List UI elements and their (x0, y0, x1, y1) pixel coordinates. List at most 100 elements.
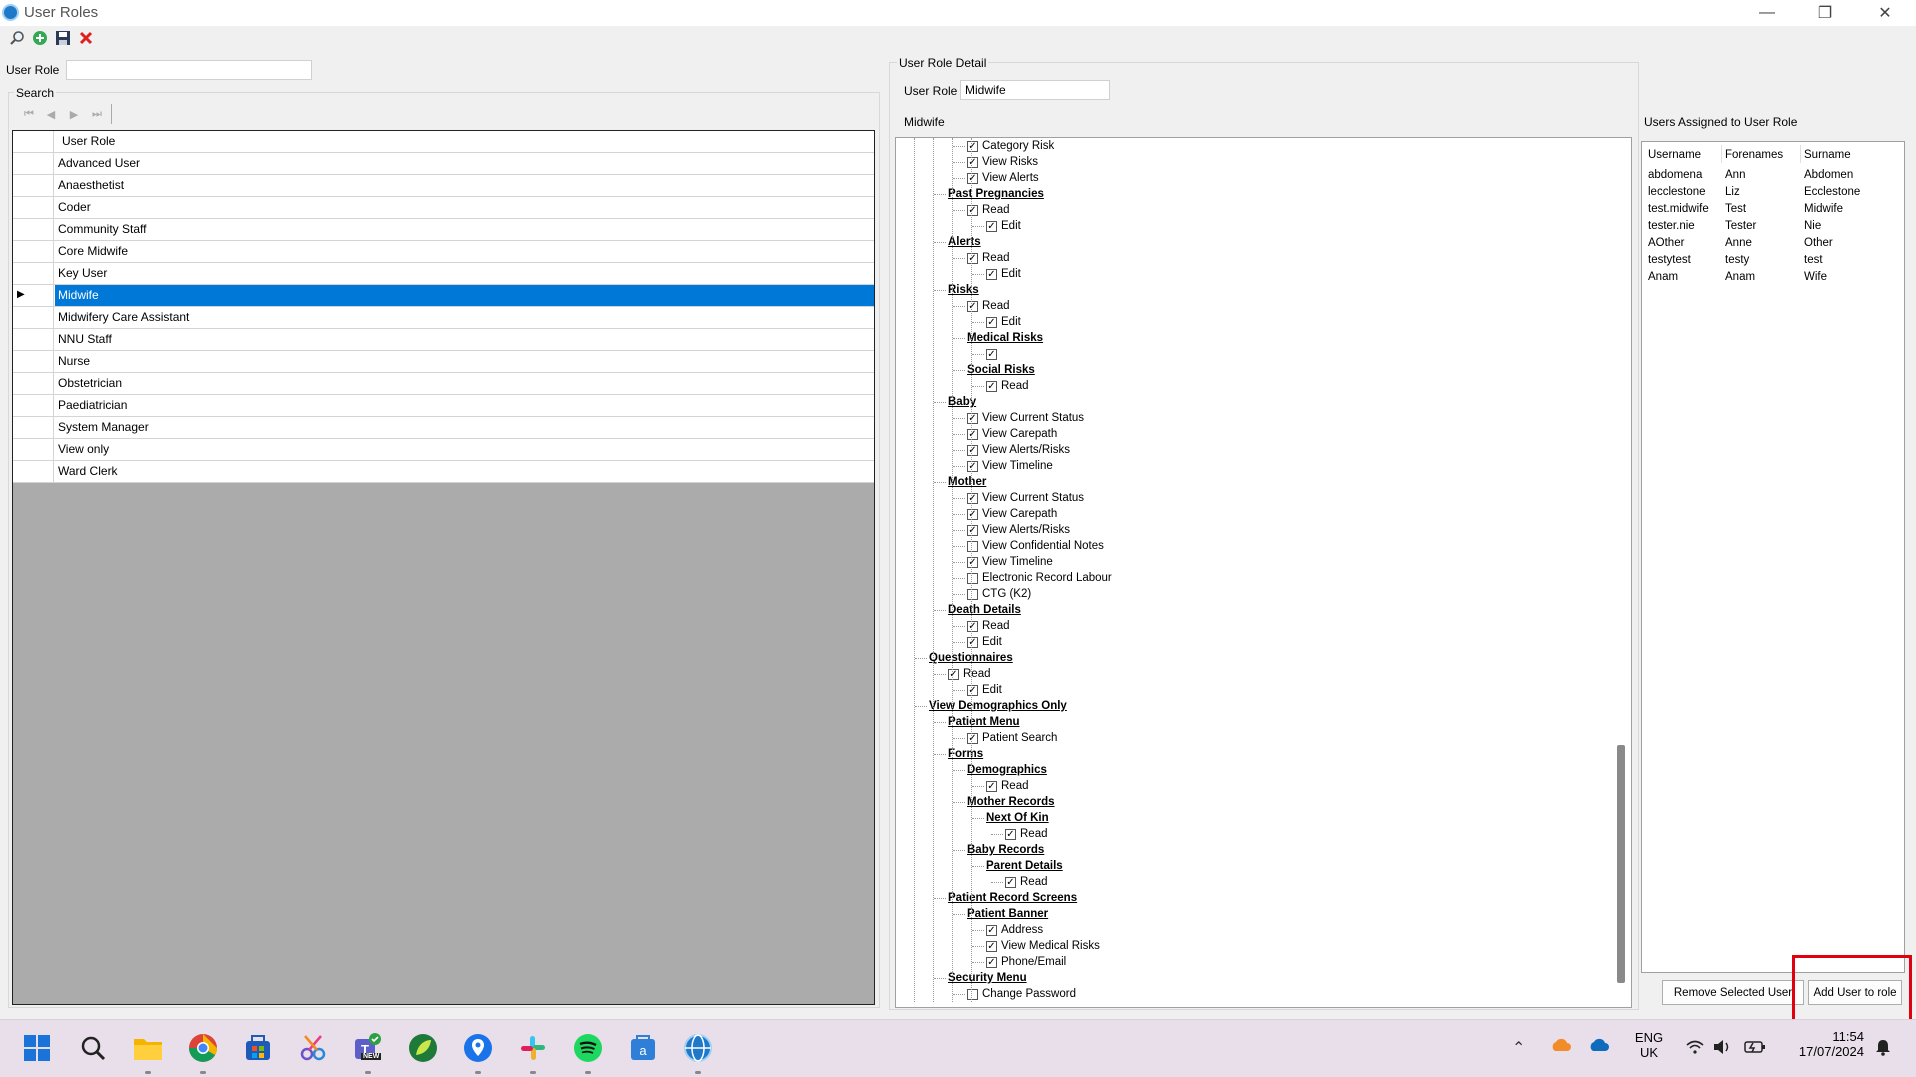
tree-node-permission[interactable]: Change Password (953, 986, 1076, 1002)
tree-node-group[interactable]: Past Pregnancies (934, 186, 1044, 202)
table-row[interactable]: Coder (13, 197, 874, 219)
user-role-cell[interactable]: Anaesthetist (55, 175, 874, 196)
permission-checkbox[interactable]: ✓ (986, 940, 997, 952)
row-header[interactable] (13, 439, 54, 460)
permission-checkbox[interactable]: ✓ (967, 636, 978, 648)
tree-node-group[interactable]: View Demographics Only (915, 698, 1067, 714)
permission-checkbox[interactable]: ✓ (967, 620, 978, 632)
remove-selected-user-button[interactable]: Remove Selected User (1662, 980, 1804, 1005)
teams-icon[interactable]: T NEW (351, 1031, 385, 1074)
notification-bell-icon[interactable] (1874, 1038, 1892, 1059)
file-explorer-icon[interactable] (131, 1031, 165, 1074)
tree-node-permission[interactable]: ✓ Address (972, 922, 1043, 938)
tree-node-permission[interactable]: ✓ View Current Status (953, 490, 1084, 506)
tree-node-group[interactable]: Forms (934, 746, 983, 762)
permission-checkbox[interactable]: ✓ (967, 684, 978, 696)
minimize-button[interactable]: — (1738, 0, 1796, 26)
tree-node-group[interactable]: Baby Records (953, 842, 1044, 858)
permission-checkbox[interactable] (967, 588, 978, 600)
permission-checkbox[interactable] (967, 540, 978, 552)
tree-node-group[interactable]: Parent Details (972, 858, 1063, 874)
list-item[interactable]: AOther Anne Other (1642, 237, 1904, 254)
row-header[interactable] (13, 395, 54, 416)
permission-checkbox[interactable]: ✓ (967, 428, 978, 440)
tree-node-permission[interactable]: ✓ View Alerts/Risks (953, 442, 1070, 458)
permission-checkbox[interactable] (967, 572, 978, 584)
tree-node-permission[interactable]: ✓ Read (991, 874, 1048, 890)
windows-start-icon[interactable] (20, 1031, 54, 1065)
last-record-icon[interactable]: ⏭ (88, 105, 106, 123)
tree-node-group[interactable]: Patient Record Screens (934, 890, 1077, 906)
list-item[interactable]: abdomena Ann Abdomen (1642, 169, 1904, 186)
onedrive-icon[interactable] (1588, 1038, 1610, 1055)
row-header[interactable] (13, 373, 54, 394)
tree-node-permission[interactable]: ✓ Phone/Email (972, 954, 1066, 970)
user-role-cell[interactable]: Key User (55, 263, 874, 284)
row-header[interactable] (13, 241, 54, 262)
permission-checkbox[interactable]: ✓ (967, 524, 978, 536)
permission-checkbox[interactable]: ✓ (986, 316, 997, 328)
app-leaf-icon[interactable] (406, 1031, 440, 1065)
tree-node-group[interactable]: Death Details (934, 602, 1021, 618)
column-header-user-role[interactable]: User Role (55, 131, 874, 152)
user-role-cell[interactable]: NNU Staff (55, 329, 874, 350)
snipping-tool-icon[interactable] (296, 1031, 330, 1065)
tree-node-permission[interactable]: ✓ Read (934, 666, 991, 682)
detail-user-role-input[interactable] (960, 80, 1110, 100)
table-row[interactable]: Key User (13, 263, 874, 285)
tree-node-permission[interactable]: ✓ View Timeline (953, 458, 1053, 474)
table-row[interactable]: Ward Clerk (13, 461, 874, 483)
tree-node-permission[interactable]: ✓ Read (972, 378, 1029, 394)
permission-checkbox[interactable]: ✓ (967, 300, 978, 312)
row-header[interactable] (13, 219, 54, 240)
permission-checkbox[interactable]: ✓ (967, 444, 978, 456)
tree-node-permission[interactable]: ✓ (972, 346, 1001, 362)
permission-checkbox[interactable]: ✓ (967, 252, 978, 264)
language-indicator[interactable]: ENG UK (1634, 1030, 1664, 1060)
list-item[interactable]: tester.nie Tester Nie (1642, 220, 1904, 237)
tree-scrollbar-thumb[interactable] (1617, 745, 1625, 983)
tree-node-permission[interactable]: ✓ Edit (953, 634, 1002, 650)
permission-checkbox[interactable]: ✓ (986, 380, 997, 392)
user-role-filter-input[interactable] (66, 60, 312, 80)
permission-checkbox[interactable]: ✓ (967, 508, 978, 520)
table-row[interactable]: Advanced User (13, 153, 874, 175)
tree-node-group[interactable]: Social Risks (953, 362, 1035, 378)
tree-node-permission[interactable]: ✓ View Current Status (953, 410, 1084, 426)
row-header[interactable] (13, 307, 54, 328)
tree-node-group[interactable]: Demographics (953, 762, 1047, 778)
tree-node-permission[interactable]: ✓ View Risks (953, 154, 1038, 170)
user-role-cell[interactable]: Nurse (55, 351, 874, 372)
row-header[interactable] (13, 175, 54, 196)
user-role-cell[interactable]: Ward Clerk (55, 461, 874, 482)
cloud-orange-icon[interactable] (1550, 1038, 1572, 1055)
permission-checkbox[interactable]: ✓ (986, 268, 997, 280)
tree-node-permission[interactable]: ✓ Category Risk (953, 138, 1054, 154)
list-item[interactable]: testytest testy test (1642, 254, 1904, 271)
user-role-cell[interactable]: Midwifery Care Assistant (55, 307, 874, 328)
table-row[interactable]: View only (13, 439, 874, 461)
table-row[interactable]: Nurse (13, 351, 874, 373)
permission-checkbox[interactable]: ✓ (986, 348, 997, 360)
app-a-icon[interactable]: a (626, 1031, 660, 1065)
user-role-cell[interactable]: View only (55, 439, 874, 460)
row-header[interactable] (13, 417, 54, 438)
users-header-username[interactable]: Username (1648, 149, 1701, 161)
battery-icon[interactable] (1744, 1039, 1766, 1058)
search-icon[interactable] (76, 1031, 110, 1065)
wifi-icon[interactable] (1686, 1040, 1704, 1057)
tree-node-permission[interactable]: ✓ View Carepath (953, 426, 1057, 442)
table-row[interactable]: Anaesthetist (13, 175, 874, 197)
permission-checkbox[interactable]: ✓ (986, 220, 997, 232)
row-header[interactable] (13, 263, 54, 284)
tree-node-permission[interactable]: CTG (K2) (953, 586, 1031, 602)
chrome-icon[interactable] (186, 1031, 220, 1074)
row-header[interactable]: ▶ (13, 285, 54, 306)
save-icon[interactable] (54, 29, 72, 47)
delete-icon[interactable] (77, 29, 95, 47)
tree-node-permission[interactable]: ✓ Edit (972, 314, 1021, 330)
tree-node-permission[interactable]: ✓ Edit (972, 218, 1021, 234)
table-row[interactable]: NNU Staff (13, 329, 874, 351)
permission-checkbox[interactable]: ✓ (986, 924, 997, 936)
user-role-cell[interactable]: Core Midwife (55, 241, 874, 262)
